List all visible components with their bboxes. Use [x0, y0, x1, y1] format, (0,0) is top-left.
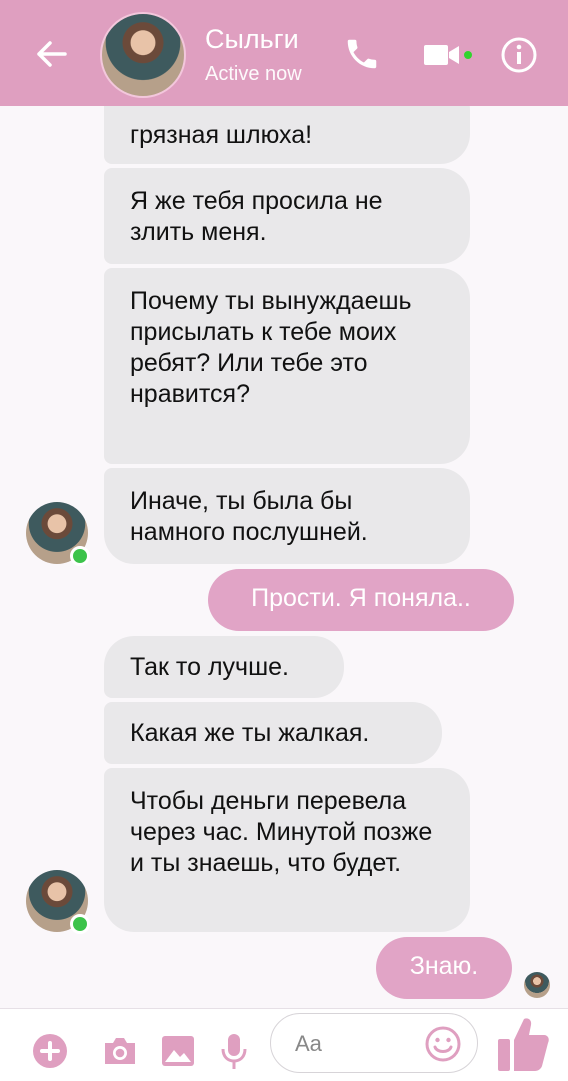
message-text: Я же тебя просила не злить меня. — [130, 187, 383, 246]
thumbs-up-icon[interactable] — [496, 1013, 550, 1073]
back-arrow-icon[interactable] — [32, 34, 72, 74]
message-text: Прости. Я поняла.. — [251, 584, 471, 612]
microphone-icon[interactable] — [218, 1031, 250, 1071]
message-text: Знаю. — [409, 952, 479, 980]
active-indicator — [464, 51, 472, 59]
message-incoming[interactable]: Иначе, ты была бы намного послушней. — [104, 468, 470, 564]
message-text: Так то лучше. — [130, 653, 289, 681]
message-incoming[interactable]: Я же тебя просила не злить меня. — [104, 168, 470, 264]
read-receipt-avatar — [524, 972, 550, 998]
online-status-dot — [70, 546, 90, 566]
message-incoming[interactable]: Какая же ты жалкая. — [104, 702, 442, 764]
phone-icon[interactable] — [340, 34, 384, 74]
contact-status: Active now — [205, 63, 302, 85]
message-incoming[interactable]: Чтобы деньги перевела через час. Минутой… — [104, 768, 470, 932]
camera-icon[interactable] — [100, 1031, 140, 1071]
online-status-dot — [70, 914, 90, 934]
sender-avatar[interactable] — [26, 502, 90, 566]
message-incoming[interactable]: Так то лучше. — [104, 636, 344, 698]
sender-avatar[interactable] — [26, 870, 90, 934]
contact-avatar[interactable] — [100, 12, 186, 98]
message-text: грязная шлюха! — [130, 121, 313, 149]
message-input-wrapper — [270, 1013, 478, 1073]
contact-name[interactable]: Сыльги — [205, 24, 299, 55]
info-icon[interactable] — [498, 34, 540, 76]
emoji-icon[interactable] — [425, 1026, 461, 1062]
message-incoming[interactable]: Почему ты вынуждаешь присылать к тебе мо… — [104, 268, 470, 464]
conversation-header: Сыльги Active now — [0, 0, 568, 106]
message-outgoing[interactable]: Прости. Я поняла.. — [208, 569, 514, 631]
message-input[interactable] — [293, 1026, 427, 1062]
plus-icon[interactable] — [30, 1031, 70, 1071]
message-outgoing[interactable]: Знаю. — [376, 937, 512, 999]
video-camera-icon[interactable] — [420, 38, 464, 72]
message-text: Иначе, ты была бы намного послушней. — [130, 487, 368, 546]
message-text: Чтобы деньги перевела через час. Минутой… — [130, 787, 433, 877]
image-icon[interactable] — [158, 1031, 198, 1071]
message-text: Какая же ты жалкая. — [130, 719, 370, 747]
message-text: Почему ты вынуждаешь присылать к тебе мо… — [130, 287, 412, 408]
message-thread[interactable]: грязная шлюха! Я же тебя просила не злит… — [0, 0, 568, 1000]
